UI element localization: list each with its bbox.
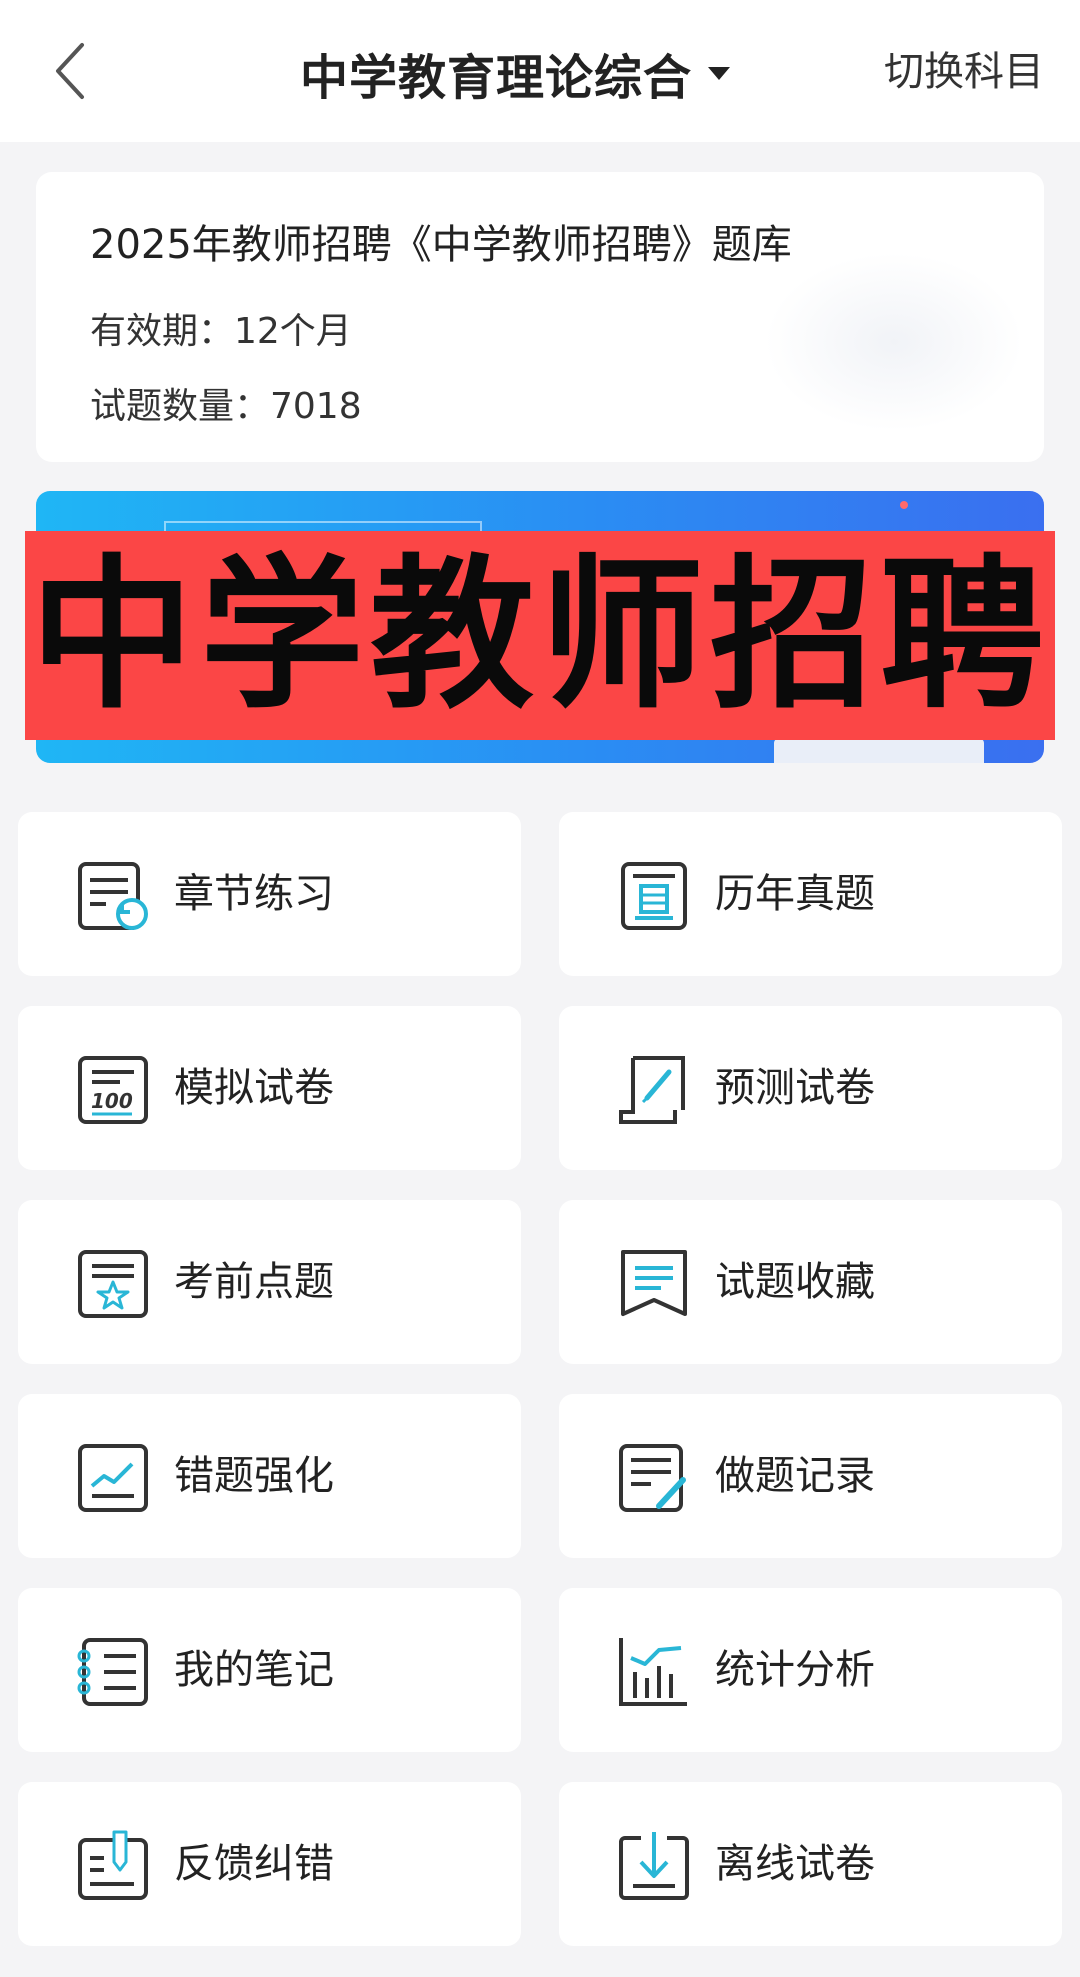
tile-label: 离线试卷 [715, 1841, 875, 1887]
past-exams-icon [621, 862, 687, 930]
feedback-icon [78, 1830, 148, 1900]
tile-label: 试题收藏 [715, 1259, 875, 1305]
tile-mock-exam[interactable]: 100 模拟试卷 [18, 1006, 521, 1170]
tile-favorites[interactable]: 试题收藏 [559, 1200, 1062, 1364]
tile-feedback[interactable]: 反馈纠错 [18, 1782, 521, 1946]
tile-label: 章节练习 [174, 871, 334, 917]
tile-label: 模拟试卷 [174, 1065, 334, 1111]
top-bar: 中学教育理论综合 切换科目 [0, 0, 1080, 142]
tile-label: 历年真题 [715, 871, 875, 917]
question-bank-card: 2025年教师招聘《中学教师招聘》题库 有效期：12个月 试题数量：7018 [36, 172, 1044, 462]
tile-label: 做题记录 [715, 1453, 875, 1499]
tile-label: 统计分析 [715, 1647, 875, 1693]
offline-download-icon [619, 1832, 689, 1900]
notes-icon [77, 1638, 148, 1706]
history-record-icon [619, 1444, 686, 1512]
mock-exam-icon: 100 [78, 1056, 148, 1124]
banner-overlay: 中学教师招聘 [25, 531, 1055, 740]
svg-text:100: 100 [91, 1089, 133, 1113]
key-points-icon [78, 1250, 148, 1318]
subject-selector[interactable]: 中学教育理论综合 [300, 38, 800, 108]
tile-label: 错题强化 [174, 1453, 334, 1499]
statistics-icon [619, 1638, 687, 1706]
banner-decoration [774, 739, 984, 763]
tile-label: 我的笔记 [174, 1647, 334, 1693]
caret-down-icon [708, 66, 731, 80]
chevron-left-icon [56, 43, 84, 99]
tile-statistics[interactable]: 统计分析 [559, 1588, 1062, 1752]
tile-chapter-practice[interactable]: 章节练习 [18, 812, 521, 976]
banner-decoration [900, 501, 908, 509]
tile-offline-download[interactable]: 离线试卷 [559, 1782, 1062, 1946]
favorites-icon [621, 1250, 687, 1316]
tile-label: 反馈纠错 [174, 1841, 334, 1887]
question-count-text: 试题数量：7018 [90, 386, 362, 427]
forecast-exam-icon [619, 1056, 685, 1124]
tile-key-points[interactable]: 考前点题 [18, 1200, 521, 1364]
tile-notes[interactable]: 我的笔记 [18, 1588, 521, 1752]
validity-text: 有效期：12个月 [90, 311, 352, 352]
tile-wrong-questions[interactable]: 错题强化 [18, 1394, 521, 1558]
tile-label: 预测试卷 [715, 1065, 875, 1111]
bank-title: 2025年教师招聘《中学教师招聘》题库 [90, 222, 792, 268]
banner-overlay-text: 中学教师招聘 [29, 539, 1050, 731]
tile-forecast-exam[interactable]: 预测试卷 [559, 1006, 1062, 1170]
page-title: 中学教育理论综合 [300, 50, 693, 106]
tile-past-exams[interactable]: 历年真题 [559, 812, 1062, 976]
tile-label: 考前点题 [174, 1259, 334, 1305]
tile-history-record[interactable]: 做题记录 [559, 1394, 1062, 1558]
switch-subject-button[interactable]: 切换科目 [884, 42, 1044, 102]
wrong-questions-icon [78, 1444, 148, 1512]
chapter-practice-icon [78, 862, 148, 930]
back-button[interactable] [40, 36, 100, 106]
card-background-decoration [764, 252, 1024, 432]
